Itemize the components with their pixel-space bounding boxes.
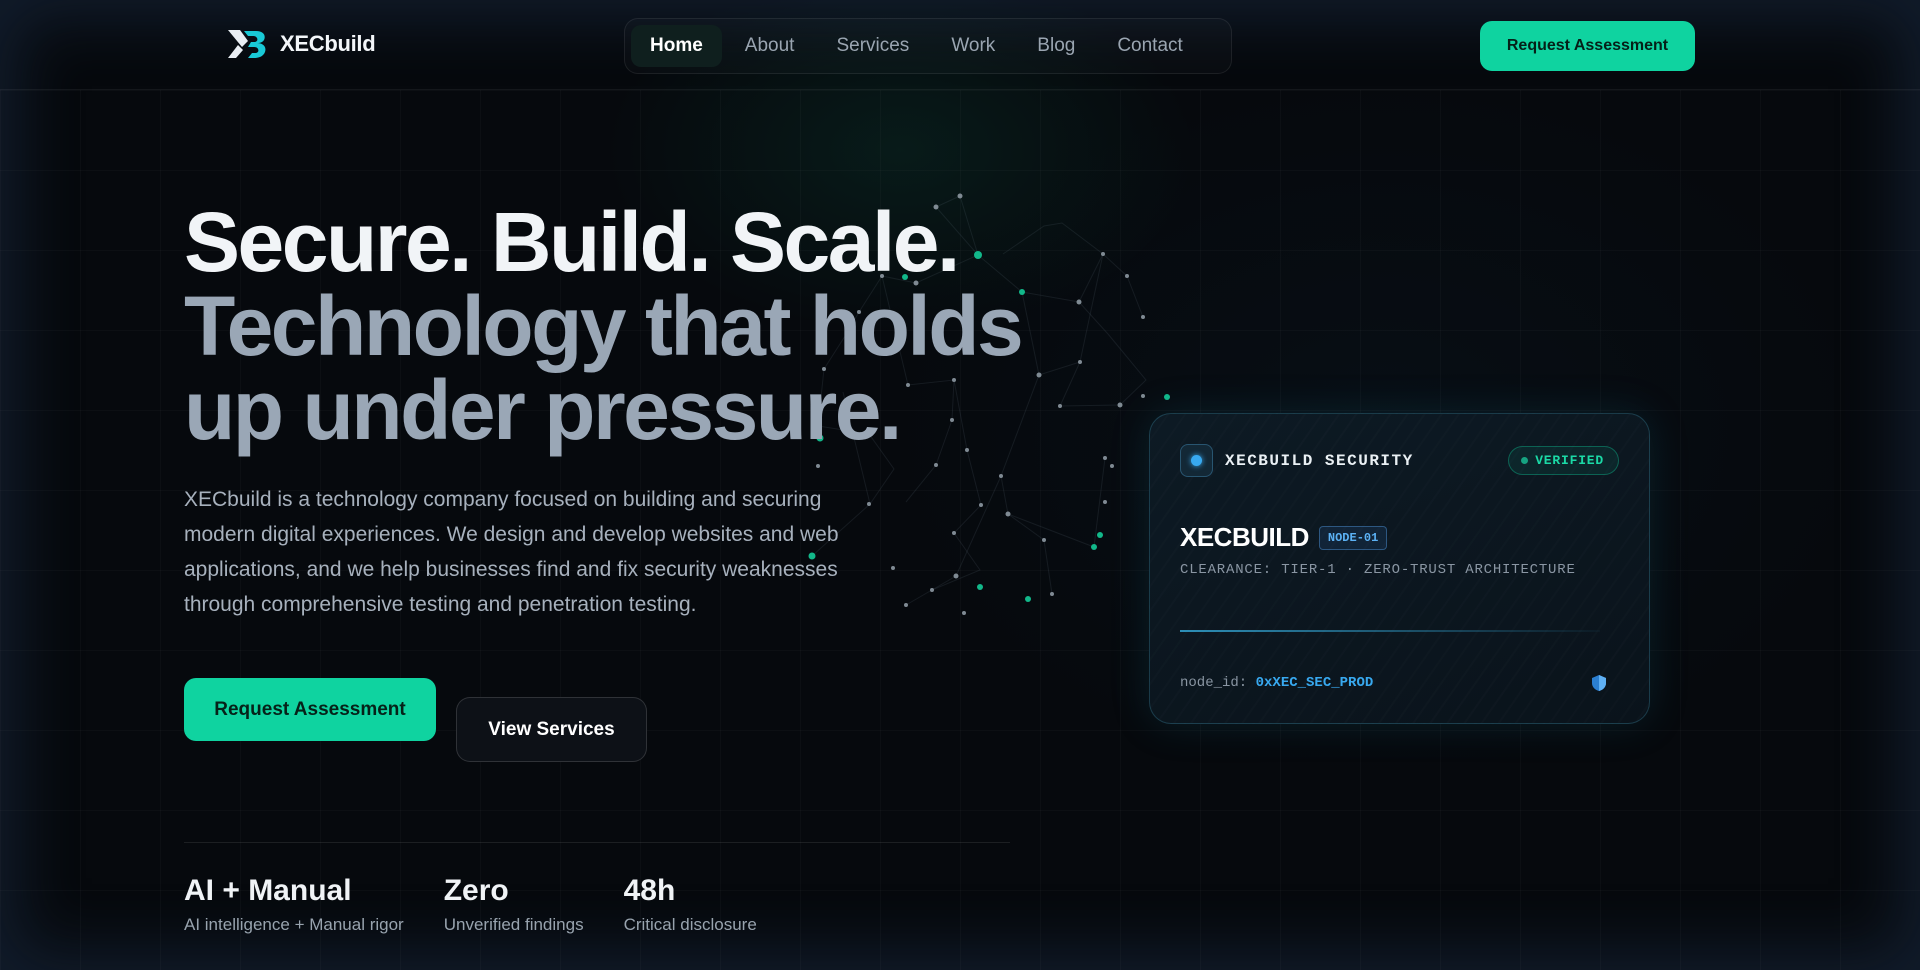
- card-name: XECBUILD: [1180, 522, 1309, 552]
- nav-item-contact[interactable]: Contact: [1098, 25, 1201, 67]
- shield-icon: [1592, 675, 1606, 691]
- main-menu: Home About Services Work Blog Contact: [624, 18, 1232, 74]
- top-navbar: XECbuild Home About Services Work Blog C…: [0, 0, 1920, 90]
- hero-title-line2: Technology that holds up under pressure.: [184, 279, 1024, 457]
- hero-request-assessment-button[interactable]: Request Assessment: [184, 678, 436, 741]
- stat-label: Unverified findings: [443, 915, 584, 934]
- nav-item-home[interactable]: Home: [631, 25, 722, 67]
- stat-value: AI + Manual: [184, 874, 352, 907]
- card-clearance: CLEARANCE: TIER-1 · ZERO-TRUST ARCHITECT…: [1180, 562, 1576, 578]
- hero-title-line1: Secure. Build. Scale.: [184, 195, 960, 289]
- verified-dot-icon: [1521, 457, 1529, 464]
- nav-request-assessment-button[interactable]: Request Assessment: [1480, 21, 1695, 71]
- node-id-value: 0xXEC_SEC_PROD: [1255, 675, 1374, 691]
- node-id-key: node_id:: [1180, 675, 1248, 691]
- view-services-button[interactable]: View Services: [456, 697, 647, 762]
- security-id-card: XECBUILD SECURITY VERIFIED XECBUILD NODE…: [1149, 413, 1650, 724]
- nav-item-services[interactable]: Services: [817, 25, 928, 67]
- card-org-name: XECBUILD SECURITY: [1225, 451, 1414, 470]
- card-name-row: XECBUILD NODE-01: [1180, 522, 1388, 553]
- card-node-id: node_id: 0xXEC_SEC_PROD: [1180, 675, 1373, 691]
- brand-name: XECbuild: [280, 31, 376, 56]
- stats-divider: [184, 842, 1010, 843]
- stat-label: AI intelligence + Manual rigor: [184, 915, 404, 934]
- xb-logo-icon: [228, 30, 266, 58]
- hero-description: XECbuild is a technology company focused…: [184, 488, 839, 616]
- status-dot-icon: [1191, 455, 1202, 466]
- stat-value: 48h: [623, 874, 676, 907]
- status-chip-icon: [1180, 444, 1213, 477]
- stats-row: AI + Manual AI intelligence + Manual rig…: [184, 873, 757, 935]
- nav-item-work[interactable]: Work: [932, 25, 1014, 67]
- stat-value: Zero: [443, 874, 509, 907]
- brand[interactable]: XECbuild: [226, 28, 376, 60]
- verified-badge-label: VERIFIED: [1535, 453, 1604, 468]
- stat-label: Critical disclosure: [623, 915, 757, 934]
- card-divider-line: [1180, 630, 1600, 632]
- verified-badge: VERIFIED: [1508, 446, 1619, 475]
- stat-item: AI + Manual AI intelligence + Manual rig…: [184, 873, 404, 935]
- stat-item: Zero Unverified findings: [444, 873, 584, 935]
- nav-item-about[interactable]: About: [726, 25, 814, 67]
- node-tag: NODE-01: [1318, 525, 1388, 550]
- stat-item: 48h Critical disclosure: [624, 873, 757, 935]
- card-header: XECBUILD SECURITY: [1180, 444, 1414, 477]
- nav-item-blog[interactable]: Blog: [1018, 25, 1094, 67]
- hero-title: Secure. Build. Scale. Technology that ho…: [184, 200, 1084, 452]
